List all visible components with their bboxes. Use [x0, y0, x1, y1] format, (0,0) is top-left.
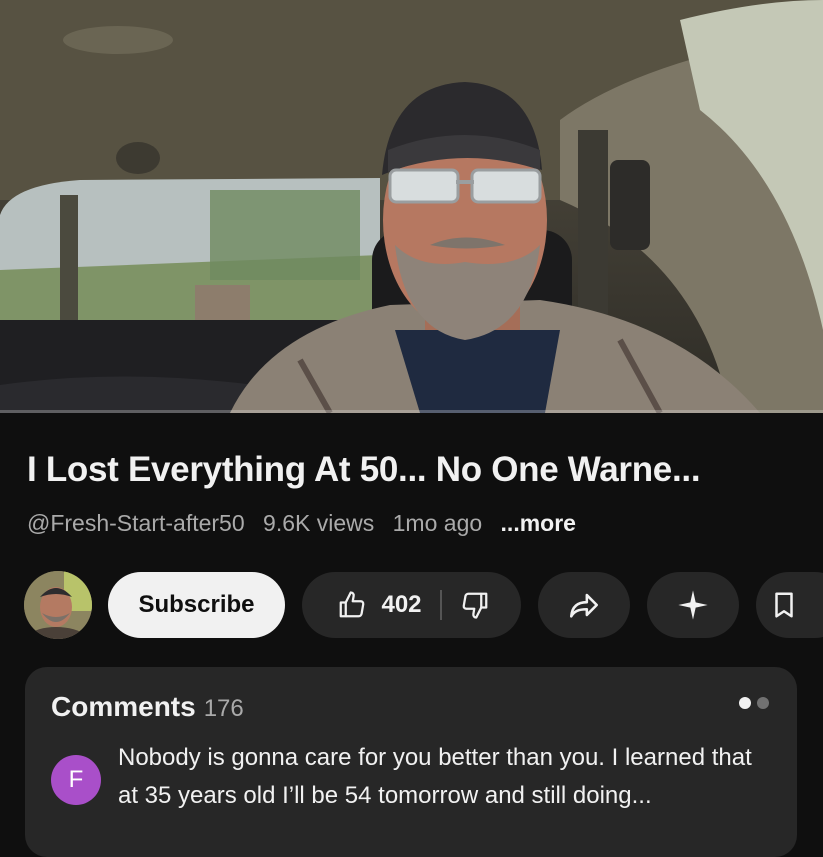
top-comment-text: Nobody is gonna care for you better than… [118, 744, 752, 809]
video-title[interactable]: I Lost Everything At 50... No One Warne.… [27, 450, 807, 490]
comments-label: Comments [51, 691, 196, 722]
channel-avatar[interactable] [24, 571, 92, 639]
video-meta: @Fresh-Start-after50 9.6K views 1mo ago … [27, 510, 588, 537]
comments-pager-dots [739, 697, 769, 709]
upload-age: 1mo ago [392, 510, 483, 536]
video-player[interactable] [0, 0, 823, 413]
pager-dot-inactive [757, 697, 769, 709]
channel-handle[interactable]: @Fresh-Start-after50 [27, 510, 245, 536]
view-count: 9.6K views [263, 510, 375, 536]
dislike-button[interactable] [442, 572, 512, 638]
more-link[interactable]: ...more [501, 510, 576, 536]
like-count: 402 [381, 591, 422, 618]
ask-ai-button[interactable] [647, 572, 739, 638]
thumbs-down-icon [462, 592, 487, 619]
share-arrow-icon [569, 593, 599, 618]
pager-dot-active [739, 697, 751, 709]
video-frame-image [0, 0, 823, 413]
comments-card[interactable]: Comments 176 F Nobody is gonna care for y… [25, 667, 797, 857]
like-dislike-group: 402 [302, 572, 521, 638]
bookmark-icon [775, 592, 793, 618]
thumbs-up-icon [340, 591, 365, 618]
sparkle-icon [678, 590, 708, 620]
video-progress-bar[interactable] [0, 410, 823, 413]
subscribe-button[interactable]: Subscribe [108, 572, 285, 638]
save-button[interactable] [756, 572, 823, 638]
like-button[interactable]: 402 [311, 572, 439, 638]
comments-count: 176 [203, 695, 244, 722]
channel-avatar-image [24, 571, 92, 639]
commenter-avatar[interactable]: F [51, 755, 101, 805]
share-button[interactable] [538, 572, 630, 638]
comments-header: Comments 176 [51, 691, 244, 723]
